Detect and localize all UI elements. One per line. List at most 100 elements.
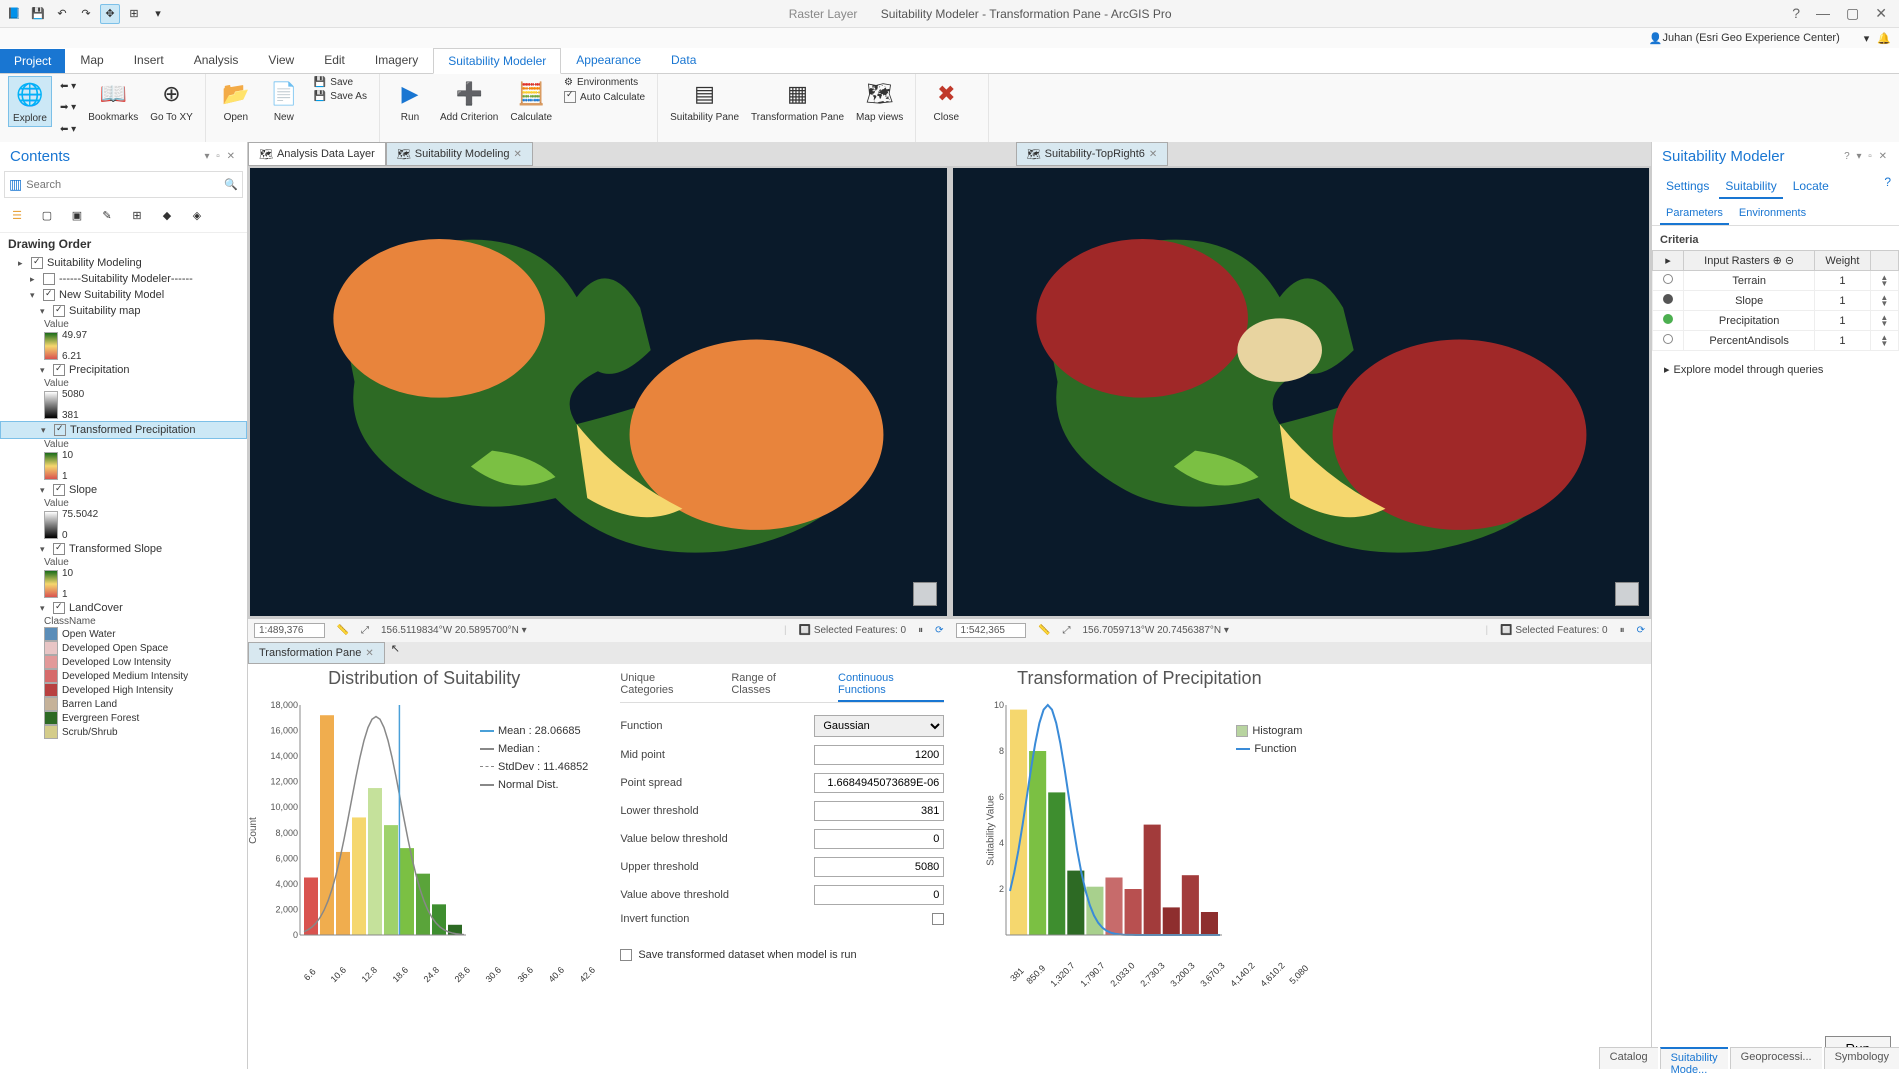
toc-transformed-slope[interactable]: ▾Transformed Slope: [0, 541, 247, 557]
criteria-row[interactable]: Terrain1▲▼: [1653, 271, 1899, 291]
below-input[interactable]: [814, 829, 944, 849]
function-select[interactable]: Gaussian: [814, 715, 944, 737]
navigator-icon[interactable]: [913, 582, 937, 606]
bookmarks-button[interactable]: 📖Bookmarks: [84, 76, 142, 125]
right-pane-controls[interactable]: ? ▾ ▫ ✕: [1844, 151, 1889, 162]
list-by-labeling-icon[interactable]: ◆: [156, 204, 178, 226]
map-canvas-right[interactable]: [953, 168, 1650, 616]
filter-icon[interactable]: ▥: [9, 176, 22, 193]
close-model-button[interactable]: ✖Close: [924, 76, 968, 125]
close-window-icon[interactable]: ✕: [1875, 5, 1887, 22]
help-icon[interactable]: ?: [1792, 5, 1800, 22]
add-raster-icon[interactable]: ⊕: [1773, 255, 1782, 267]
tab-map[interactable]: Map: [65, 47, 118, 73]
toc-suitability-map[interactable]: ▾Suitability map: [0, 303, 247, 319]
explore-queries-row[interactable]: ▸ Explore model through queries: [1652, 351, 1899, 388]
search-icon[interactable]: 🔍: [224, 178, 238, 191]
close-icon[interactable]: ✕: [1149, 149, 1157, 160]
list-by-selection-icon[interactable]: ▣: [66, 204, 88, 226]
upper-input[interactable]: [814, 857, 944, 877]
dropdown-icon[interactable]: ▾: [148, 4, 168, 24]
add-data-icon[interactable]: ⊞: [124, 4, 144, 24]
pause-icon[interactable]: ⏸: [918, 625, 923, 636]
saveas-model-button[interactable]: 💾 Save As: [310, 90, 371, 103]
undo-icon[interactable]: ↶: [52, 4, 72, 24]
nav-arrow2-icon[interactable]: ➡ ▾: [56, 101, 80, 114]
pane-controls[interactable]: ▾ ▫ ✕: [205, 151, 238, 162]
maximize-icon[interactable]: ▢: [1846, 5, 1859, 22]
suitability-pane-button[interactable]: ▤Suitability Pane: [666, 76, 743, 125]
tab-appearance[interactable]: Appearance: [561, 47, 656, 73]
toc-group-modeler[interactable]: ▸------Suitability Modeler------: [0, 271, 247, 287]
rtab-settings[interactable]: Settings: [1660, 175, 1715, 199]
save-icon[interactable]: 💾: [28, 4, 48, 24]
redo-icon[interactable]: ↷: [76, 4, 96, 24]
tab-insert[interactable]: Insert: [119, 47, 179, 73]
tab-imagery[interactable]: Imagery: [360, 47, 433, 73]
autocalc-checkbox[interactable]: Auto Calculate: [560, 90, 649, 104]
spread-input[interactable]: [814, 773, 944, 793]
criteria-row[interactable]: PercentAndisols1▲▼: [1653, 331, 1899, 351]
calculate-button[interactable]: 🧮Calculate: [506, 76, 556, 125]
tab-project[interactable]: Project: [0, 49, 65, 73]
contents-search[interactable]: ▥ 🔍: [4, 171, 243, 198]
map-tab-analysis[interactable]: 🗺 Analysis Data Layer: [248, 142, 386, 166]
new-model-button[interactable]: 📄New: [262, 76, 306, 125]
midpoint-input[interactable]: [814, 745, 944, 765]
minimize-icon[interactable]: —: [1816, 5, 1830, 22]
criteria-row[interactable]: Precipitation1▲▼: [1653, 311, 1899, 331]
map-view-right[interactable]: [953, 168, 1650, 616]
btab-suitability[interactable]: Suitability Mode...: [1660, 1047, 1728, 1069]
scale-tool2-icon[interactable]: ⤢: [1062, 625, 1070, 636]
toc-landcover[interactable]: ▾LandCover: [0, 600, 247, 616]
map-view-left[interactable]: [250, 168, 947, 616]
list-by-editing-icon[interactable]: ✎: [96, 204, 118, 226]
help-icon[interactable]: ?: [1884, 175, 1891, 199]
map-tab-topright[interactable]: 🗺 Suitability-TopRight6 ✕: [1016, 142, 1169, 166]
explore-button[interactable]: 🌐Explore: [8, 76, 52, 127]
lower-input[interactable]: [814, 801, 944, 821]
search-input[interactable]: [26, 179, 220, 191]
criteria-row[interactable]: Slope1▲▼: [1653, 291, 1899, 311]
scale-input-left[interactable]: 1:489,376: [254, 623, 325, 638]
transformation-pane-button[interactable]: ▦Transformation Pane: [747, 76, 848, 125]
toc-map-frame[interactable]: ▸Suitability Modeling: [0, 255, 247, 271]
map-views-button[interactable]: 🗺Map views: [852, 76, 907, 125]
list-by-drawing-icon[interactable]: ☰: [6, 204, 28, 226]
list-by-source-icon[interactable]: ▢: [36, 204, 58, 226]
project-icon[interactable]: 📘: [4, 4, 24, 24]
open-model-button[interactable]: 📂Open: [214, 76, 258, 125]
tab-analysis[interactable]: Analysis: [179, 47, 254, 73]
notifications-icon[interactable]: 🔔: [1877, 32, 1891, 45]
nav-arrow3-icon[interactable]: ⬅ ▾: [56, 123, 80, 136]
criteria-status-header[interactable]: ▸: [1653, 251, 1684, 271]
nav-arrow-icon[interactable]: ⬅ ▾: [56, 80, 80, 93]
toc-transformed-precip[interactable]: ▾Transformed Precipitation: [0, 421, 247, 439]
rtab-suitability[interactable]: Suitability: [1719, 175, 1782, 199]
map-tab-suitability[interactable]: 🗺 Suitability Modeling ✕: [386, 142, 533, 166]
rtab-locate[interactable]: Locate: [1787, 175, 1835, 199]
scale-tool2-icon[interactable]: ⤢: [361, 625, 369, 636]
refresh-icon[interactable]: ⟳: [1637, 625, 1645, 636]
refresh-icon[interactable]: ⟳: [935, 625, 943, 636]
subtab-unique[interactable]: Unique Categories: [620, 668, 711, 702]
tab-suitability-modeler[interactable]: Suitability Modeler: [433, 48, 561, 74]
transformation-pane-tab[interactable]: Transformation Pane ✕: [248, 642, 385, 664]
goto-xy-button[interactable]: ⊕Go To XY: [146, 76, 197, 125]
btab-geoprocessing[interactable]: Geoprocessi...: [1730, 1047, 1822, 1069]
tab-edit[interactable]: Edit: [309, 47, 360, 73]
add-criterion-button[interactable]: ➕Add Criterion: [436, 76, 502, 125]
navigator-icon[interactable]: [1615, 582, 1639, 606]
list-by-snapping-icon[interactable]: ⊞: [126, 204, 148, 226]
toc-precipitation[interactable]: ▾Precipitation: [0, 362, 247, 378]
run-button[interactable]: ▶Run: [388, 76, 432, 125]
signed-in-user[interactable]: Juhan (Esri Geo Experience Center): [1662, 32, 1839, 44]
subtab-environments[interactable]: Environments: [1733, 203, 1812, 225]
scale-tool-icon[interactable]: 📏: [337, 625, 349, 636]
scale-input-right[interactable]: 1:542,365: [956, 623, 1027, 638]
tab-view[interactable]: View: [253, 47, 309, 73]
explore-qat-icon[interactable]: ✥: [100, 4, 120, 24]
toc-slope[interactable]: ▾Slope: [0, 482, 247, 498]
btab-catalog[interactable]: Catalog: [1599, 1047, 1658, 1069]
toc-new-model[interactable]: ▾New Suitability Model: [0, 287, 247, 303]
